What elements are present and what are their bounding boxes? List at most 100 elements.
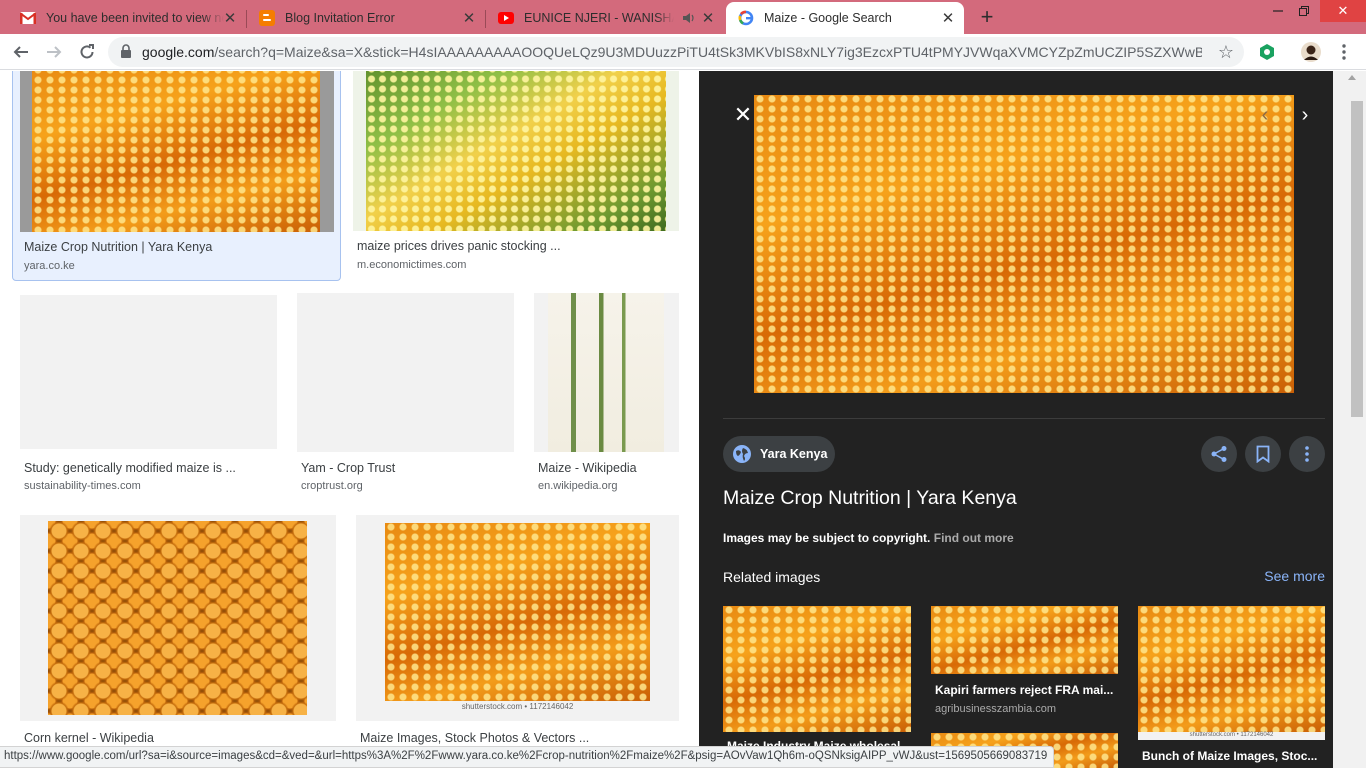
browser-toolbar: google.com/search?q=Maize&sa=X&stick=H4s… [0, 34, 1366, 70]
maize-plant-image [366, 71, 666, 231]
new-tab-button[interactable]: + [976, 6, 998, 28]
result-source[interactable]: en.wikipedia.org [538, 480, 618, 492]
scroll-up-icon[interactable] [1348, 75, 1356, 80]
source-chip[interactable]: Yara Kenya [723, 436, 835, 472]
maize-bunch-image [1138, 606, 1325, 732]
result-thumbnail[interactable] [353, 71, 679, 231]
result-caption[interactable]: Maize Crop Nutrition | Yara Kenya [24, 240, 324, 254]
url-text[interactable]: google.com/search?q=Maize&sa=X&stick=H4s… [142, 44, 1202, 60]
browser-menu-icon[interactable] [1333, 41, 1355, 63]
tab-title: EUNICE NJERI - WANISHANG [524, 11, 674, 25]
corn-kernels-image [48, 521, 307, 715]
result-card[interactable]: Yam - Crop Trust croptrust.org [293, 293, 519, 503]
result-thumbnail[interactable] [20, 515, 336, 721]
result-thumbnail[interactable] [297, 293, 514, 452]
result-thumbnail[interactable] [534, 293, 679, 452]
more-options-button[interactable] [1289, 436, 1325, 472]
close-tab-icon[interactable]: ✕ [940, 10, 956, 27]
tab-gmail[interactable]: You have been invited to view ne ✕ [8, 2, 246, 34]
image-results-grid: Maize Crop Nutrition | Yara Kenya yara.c… [0, 71, 699, 768]
bookmark-star-icon[interactable]: ☆ [1218, 42, 1234, 63]
scroll-thumb[interactable] [1351, 101, 1363, 417]
tab-title: You have been invited to view ne [46, 11, 224, 25]
result-caption[interactable]: Maize - Wikipedia [538, 461, 678, 475]
related-caption[interactable]: Kapiri farmers reject FRA mai... [935, 683, 1115, 697]
forward-icon[interactable] [42, 40, 66, 64]
result-card[interactable]: Corn kernel - Wikipedia [12, 513, 336, 745]
copyright-text: Images may be subject to copyright. [723, 531, 931, 545]
bookmark-icon [1256, 445, 1270, 463]
result-card[interactable]: Maize Crop Nutrition | Yara Kenya yara.c… [12, 71, 341, 281]
result-caption[interactable]: Maize Images, Stock Photos & Vectors ... [360, 731, 660, 745]
maize-stock-image [385, 523, 650, 701]
result-caption[interactable]: maize prices drives panic stocking ... [357, 239, 657, 253]
result-caption[interactable]: Yam - Crop Trust [301, 461, 511, 475]
profile-avatar[interactable] [1300, 41, 1322, 63]
restore-icon[interactable] [1290, 0, 1318, 22]
botanical-illustration-image [548, 293, 664, 452]
result-card[interactable]: maize prices drives panic stocking ... m… [353, 71, 680, 281]
globe-icon [733, 445, 751, 463]
tab-google-search[interactable]: Maize - Google Search ✕ [726, 2, 964, 34]
tab-youtube[interactable]: EUNICE NJERI - WANISHANG ✕ [486, 2, 724, 34]
related-caption[interactable]: Bunch of Maize Images, Stoc... [1142, 749, 1322, 763]
tab-title: Blog Invitation Error [285, 11, 395, 25]
watermark-text: shutterstock.com • 1172146042 [461, 702, 574, 711]
result-thumbnail[interactable] [20, 295, 277, 449]
related-image[interactable] [723, 606, 911, 732]
close-window-icon[interactable]: ✕ [1320, 0, 1366, 22]
close-tab-icon[interactable]: ✕ [461, 10, 477, 27]
close-panel-icon[interactable]: ✕ [733, 104, 753, 126]
minimize-icon[interactable] [1264, 0, 1292, 22]
watermark-text: shutterstock.com • 1172146042 [1189, 732, 1274, 738]
result-card[interactable]: Study: genetically modified maize is ...… [12, 293, 284, 503]
source-name: Yara Kenya [760, 447, 828, 461]
blogger-icon [259, 10, 275, 26]
reload-icon[interactable] [75, 40, 99, 64]
back-icon[interactable] [9, 40, 33, 64]
result-thumbnail[interactable]: shutterstock.com • 1172146042 [356, 515, 679, 721]
result-source[interactable]: yara.co.ke [24, 260, 75, 272]
related-image[interactable]: shutterstock.com • 1172146042 [1138, 606, 1325, 740]
maize-cobs-image [32, 71, 320, 232]
tab-title: Maize - Google Search [764, 11, 892, 25]
speaker-icon[interactable] [682, 11, 696, 28]
url-path: /search?q=Maize&sa=X&stick=H4sIAAAAAAAAA… [214, 44, 1202, 60]
youtube-icon [498, 10, 514, 26]
result-source[interactable]: m.economictimes.com [357, 259, 466, 271]
close-tab-icon[interactable]: ✕ [222, 10, 238, 27]
result-caption[interactable]: Corn kernel - Wikipedia [24, 731, 324, 745]
lock-icon[interactable] [120, 44, 132, 64]
result-card[interactable]: shutterstock.com • 1172146042 Maize Imag… [356, 513, 679, 745]
page-scrollbar[interactable] [1333, 71, 1366, 768]
related-image[interactable] [931, 606, 1118, 674]
tab-strip: You have been invited to view ne ✕ Blog … [0, 0, 1366, 34]
link-status-bar: https://www.google.com/url?sa=i&source=i… [0, 746, 1055, 768]
more-vert-icon [1305, 446, 1309, 462]
result-source[interactable]: croptrust.org [301, 480, 363, 492]
image-preview-panel: ✕ ‹ › Yara Kenya Maize Crop Nutrition | … [699, 71, 1333, 768]
previous-image-icon[interactable]: ‹ [1255, 105, 1275, 125]
related-source[interactable]: agribusinesszambia.com [935, 703, 1056, 715]
divider [723, 418, 1325, 419]
find-out-more-link[interactable]: Find out more [934, 531, 1014, 545]
url-host: google.com [142, 44, 215, 60]
result-caption[interactable]: Study: genetically modified maize is ... [24, 461, 279, 475]
related-images-heading: Related images [723, 569, 821, 585]
panel-title[interactable]: Maize Crop Nutrition | Yara Kenya [723, 487, 1017, 510]
next-image-icon[interactable]: › [1295, 105, 1315, 125]
preview-image[interactable] [754, 95, 1294, 393]
share-button[interactable] [1201, 436, 1237, 472]
result-source[interactable]: sustainability-times.com [24, 480, 141, 492]
tab-blogger[interactable]: Blog Invitation Error ✕ [247, 2, 485, 34]
result-card[interactable]: Maize - Wikipedia en.wikipedia.org [530, 293, 680, 503]
extension-icon[interactable] [1256, 41, 1278, 63]
gmail-icon [20, 10, 36, 26]
share-icon [1211, 446, 1227, 462]
result-thumbnail[interactable] [20, 71, 334, 232]
copyright-notice: Images may be subject to copyright. Find… [723, 531, 1014, 545]
see-more-link[interactable]: See more [1264, 568, 1325, 584]
close-tab-icon[interactable]: ✕ [700, 10, 716, 27]
address-bar[interactable]: google.com/search?q=Maize&sa=X&stick=H4s… [108, 37, 1244, 67]
save-button[interactable] [1245, 436, 1281, 472]
